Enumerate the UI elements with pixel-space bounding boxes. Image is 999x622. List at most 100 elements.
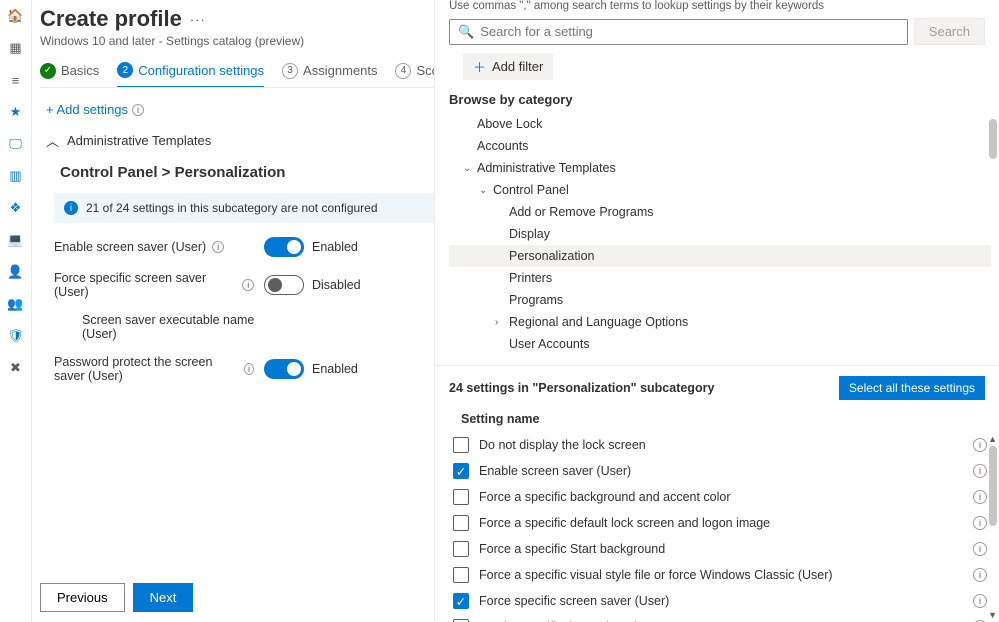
result-label: Force a specific background and accent c… bbox=[479, 490, 963, 504]
scroll-thumb[interactable] bbox=[989, 119, 997, 159]
tree-item-label: Regional and Language Options bbox=[509, 315, 688, 329]
tree-item-label: Control Panel bbox=[493, 183, 569, 197]
search-input[interactable] bbox=[480, 24, 899, 39]
result-row: Force a specific default lock screen and… bbox=[449, 510, 991, 536]
result-label: Force a specific default lock screen and… bbox=[479, 516, 963, 530]
checkbox[interactable] bbox=[453, 541, 469, 557]
checkbox[interactable]: ✓ bbox=[453, 593, 469, 609]
user-icon[interactable]: 👤 bbox=[6, 262, 26, 282]
tree-item-label: Administrative Templates bbox=[477, 161, 616, 175]
shield-icon[interactable]: 🛡 bbox=[6, 326, 26, 346]
breadcrumb: Control Panel > Personalization bbox=[60, 164, 434, 181]
more-icon[interactable]: ··· bbox=[190, 12, 206, 27]
page-subtitle: Windows 10 and later - Settings catalog … bbox=[40, 34, 434, 48]
step-scope[interactable]: 4 Scope tags bbox=[395, 63, 434, 87]
star-icon[interactable]: ★ bbox=[6, 102, 26, 122]
add-settings-link[interactable]: + Add settings i bbox=[46, 102, 434, 117]
wrench-icon[interactable]: ✖ bbox=[6, 358, 26, 378]
tree-item-label: Accounts bbox=[477, 139, 528, 153]
step-label: Basics bbox=[61, 63, 99, 78]
result-row: Load a specific theme (User)i bbox=[449, 614, 991, 622]
info-icon[interactable]: i bbox=[973, 490, 987, 504]
result-row: ✓Enable screen saver (User)i bbox=[449, 458, 991, 484]
users-icon[interactable]: 👥 bbox=[6, 294, 26, 314]
scroll-up-icon[interactable]: ▲ bbox=[988, 434, 997, 444]
tree-item-label: Above Lock bbox=[477, 117, 542, 131]
dashboard-icon[interactable]: ▦ bbox=[6, 38, 26, 58]
wizard-steps: ✓ Basics 2 Configuration settings 3 Assi… bbox=[40, 62, 434, 88]
result-row: Force a specific background and accent c… bbox=[449, 484, 991, 510]
tree-item-label: Printers bbox=[509, 271, 552, 285]
scrollbar[interactable] bbox=[987, 111, 997, 363]
tree-item[interactable]: Accounts bbox=[449, 135, 991, 157]
tree-item[interactable]: Display bbox=[449, 223, 991, 245]
result-label: Force specific screen saver (User) bbox=[479, 594, 963, 608]
info-bar: i 21 of 24 settings in this subcategory … bbox=[54, 193, 434, 223]
browse-heading: Browse by category bbox=[435, 88, 999, 111]
monitor-icon[interactable]: 🖵 bbox=[6, 134, 26, 154]
devices-icon[interactable]: 💻 bbox=[6, 230, 26, 250]
info-icon[interactable]: i bbox=[242, 279, 254, 291]
scroll-thumb[interactable] bbox=[989, 446, 997, 526]
step-assignments[interactable]: 3 Assignments bbox=[282, 63, 377, 87]
tree-item[interactable]: ›Regional and Language Options bbox=[449, 311, 991, 333]
next-button[interactable]: Next bbox=[133, 583, 194, 612]
checkbox[interactable] bbox=[453, 437, 469, 453]
scrollbar[interactable]: ▲ ▼ bbox=[987, 432, 997, 622]
grid-icon[interactable]: ▥ bbox=[6, 166, 26, 186]
info-icon[interactable]: i bbox=[973, 542, 987, 556]
home-icon[interactable]: 🏠 bbox=[6, 6, 26, 26]
tree-item[interactable]: User Accounts bbox=[449, 333, 991, 355]
info-icon[interactable]: i bbox=[973, 438, 987, 452]
accordion-header[interactable]: ︿ Administrative Templates bbox=[40, 123, 434, 158]
step-basics[interactable]: ✓ Basics bbox=[40, 63, 99, 87]
add-filter-button[interactable]: ＋ Add filter bbox=[463, 53, 553, 80]
info-icon[interactable]: i bbox=[973, 594, 987, 608]
tree-item[interactable]: Programs bbox=[449, 289, 991, 311]
setting-password-protect: Password protect the screen saver (User)… bbox=[54, 355, 434, 383]
info-icon[interactable]: i bbox=[973, 516, 987, 530]
toggle-enable-screensaver[interactable] bbox=[264, 237, 304, 257]
previous-button[interactable]: Previous bbox=[40, 583, 125, 612]
list-icon[interactable]: ≡ bbox=[6, 70, 26, 90]
results-count: 24 settings in "Personalization" subcate… bbox=[449, 381, 714, 395]
search-hint: Use commas "," among search terms to loo… bbox=[435, 0, 999, 18]
tree-item[interactable]: Above Lock bbox=[449, 113, 991, 135]
search-button[interactable]: Search bbox=[914, 18, 985, 45]
step-config[interactable]: 2 Configuration settings bbox=[117, 62, 264, 88]
checkbox[interactable]: ✓ bbox=[453, 463, 469, 479]
results-list: ▲ ▼ Do not display the lock screeni✓Enab… bbox=[435, 432, 999, 622]
checkbox[interactable] bbox=[453, 489, 469, 505]
tree-item[interactable]: ⌄ Administrative Templates bbox=[449, 157, 991, 179]
tree-item[interactable]: Personalization bbox=[449, 245, 991, 267]
toggle-force-screensaver[interactable] bbox=[264, 275, 304, 295]
info-icon[interactable]: i bbox=[973, 568, 987, 582]
wizard-footer: Previous Next bbox=[40, 573, 193, 612]
page-title: Create profile bbox=[40, 6, 182, 32]
search-input-wrapper[interactable]: 🔍 bbox=[449, 19, 908, 45]
step-label: Assignments bbox=[303, 63, 377, 78]
tree-item-label: Add or Remove Programs bbox=[509, 205, 654, 219]
apps-icon[interactable]: ❖ bbox=[6, 198, 26, 218]
checkbox[interactable] bbox=[453, 515, 469, 531]
tree-item[interactable]: Add or Remove Programs bbox=[449, 201, 991, 223]
tree-item-label: Display bbox=[509, 227, 550, 241]
settings-picker-panel: Use commas "," among search terms to loo… bbox=[434, 0, 999, 622]
toggle-password-protect[interactable] bbox=[264, 359, 304, 379]
nav-rail: 🏠 ▦ ≡ ★ 🖵 ▥ ❖ 💻 👤 👥 🛡 ✖ bbox=[0, 0, 32, 622]
tree-item[interactable]: Printers bbox=[449, 267, 991, 289]
tree-item[interactable]: ⌄Control Panel bbox=[449, 179, 991, 201]
result-label: Force a specific Start background bbox=[479, 542, 963, 556]
info-icon: i bbox=[64, 201, 78, 215]
tree-item-label: Personalization bbox=[509, 249, 594, 263]
info-icon[interactable]: i bbox=[244, 363, 254, 375]
step-label: Configuration settings bbox=[138, 63, 264, 78]
chevron-down-icon: ⌄ bbox=[463, 163, 471, 174]
scroll-down-icon[interactable]: ▼ bbox=[988, 610, 997, 620]
checkbox[interactable] bbox=[453, 567, 469, 583]
tree-item-label: Programs bbox=[509, 293, 563, 307]
info-icon[interactable]: i bbox=[132, 104, 144, 116]
info-icon[interactable]: i bbox=[212, 241, 224, 253]
select-all-button[interactable]: Select all these settings bbox=[839, 376, 985, 400]
info-icon[interactable]: i bbox=[973, 464, 987, 478]
